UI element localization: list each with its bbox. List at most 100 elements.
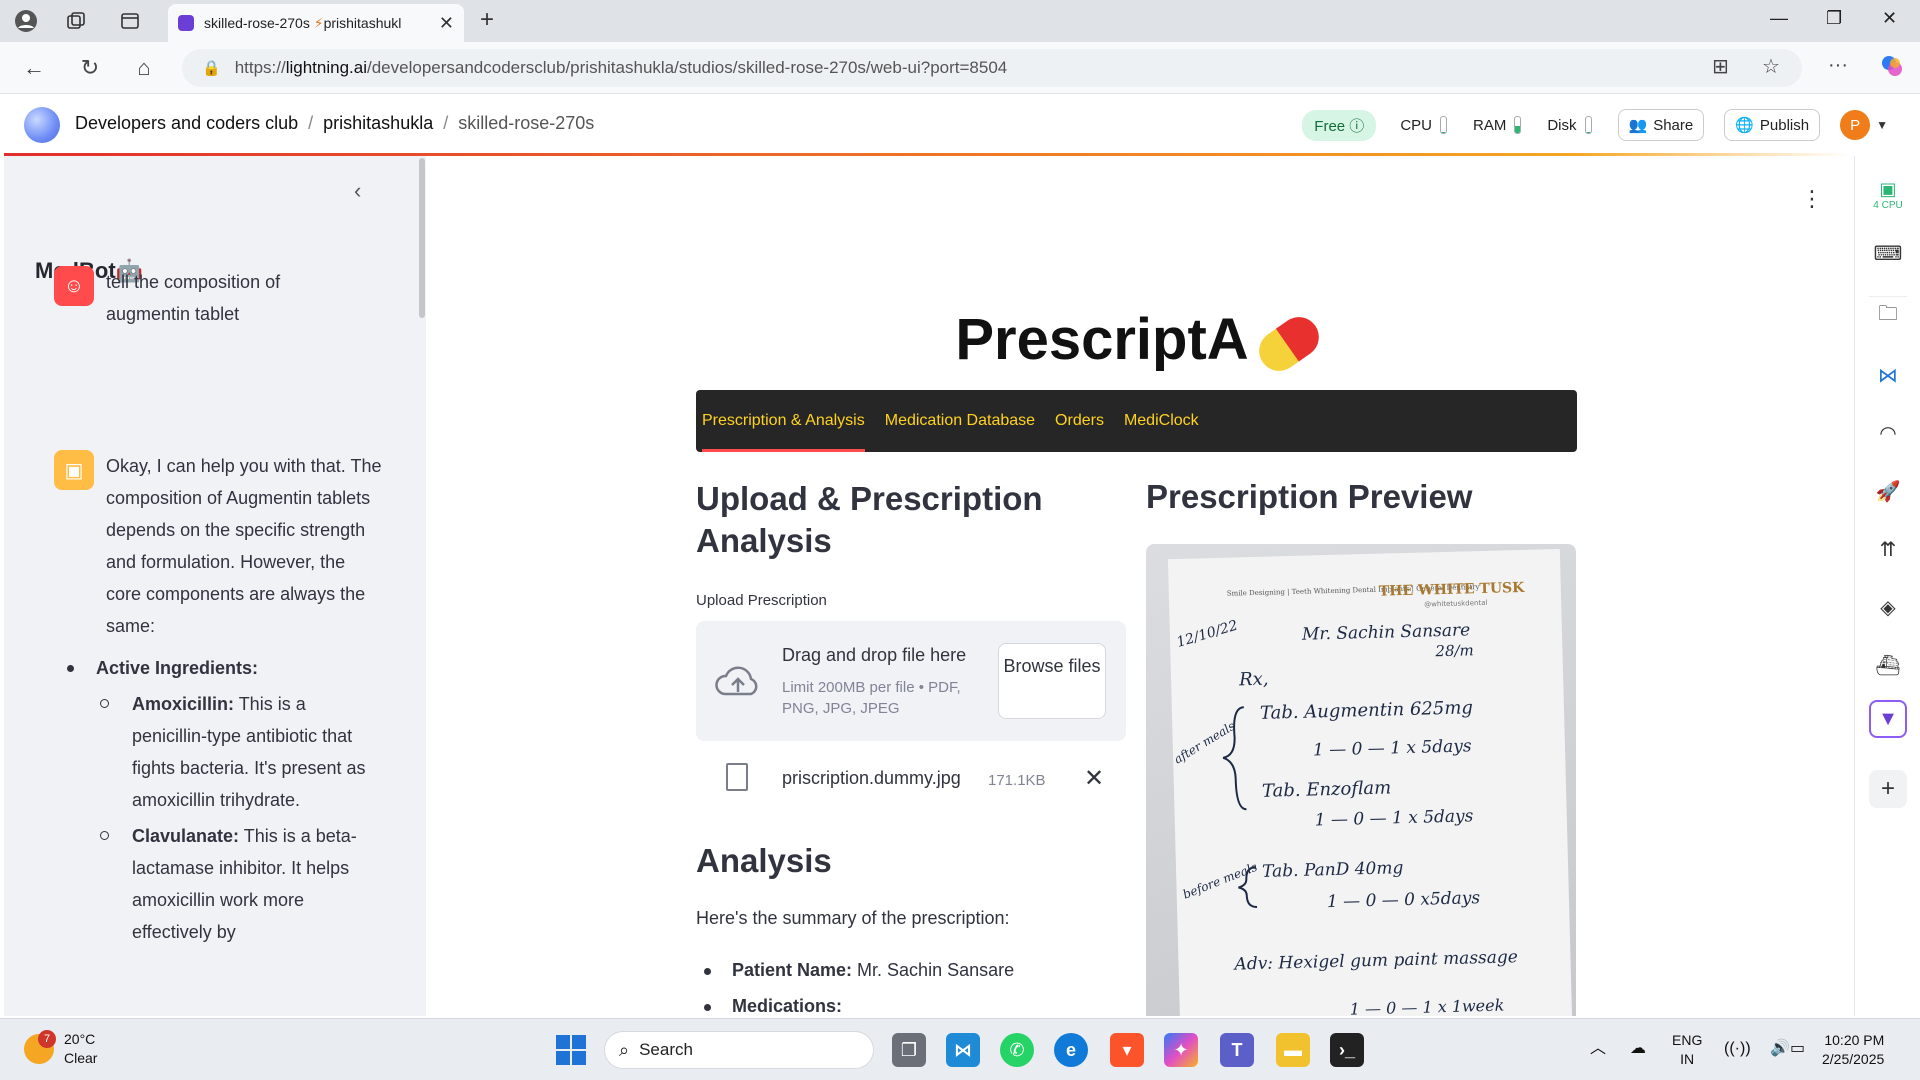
back-icon[interactable]: ← [20, 54, 48, 82]
ram-indicator[interactable]: RAM [1473, 116, 1522, 134]
clock[interactable]: 10:20 PM 2/25/2025 [1822, 1031, 1884, 1069]
bot-list-item: Amoxicillin: This is a penicillin-type a… [60, 688, 384, 816]
dropzone-instruction: Drag and drop file here [782, 645, 967, 665]
browser-tab-bar: skilled-rose-270s ⚡prishitashukl ✕ + — ❐… [0, 0, 1920, 42]
breadcrumb-org[interactable]: Developers and coders club [75, 113, 298, 134]
more-menu-icon[interactable]: ··· [1828, 54, 1848, 77]
jupyter-icon[interactable]: ◠ [1869, 414, 1907, 452]
notification-badge: 7 [38, 1030, 56, 1048]
chevron-down-icon[interactable]: ▼ [1876, 118, 1888, 132]
vscode-icon[interactable]: ⋈ [1869, 356, 1907, 394]
taskbar-search[interactable]: ⌕ Search [604, 1031, 874, 1069]
edge-icon[interactable]: e [1054, 1033, 1088, 1067]
tensorboard-icon[interactable]: ⇈ [1869, 530, 1907, 568]
battery-icon[interactable]: ▭ [1790, 1039, 1805, 1058]
plan-badge[interactable]: Free ⓘ [1302, 109, 1377, 141]
copilot-taskbar-icon[interactable]: ✦ [1164, 1033, 1198, 1067]
breadcrumb-separator: / [308, 113, 314, 133]
share-button[interactable]: 👥 Share [1617, 109, 1705, 141]
ship-icon[interactable]: ⛴ [1869, 646, 1907, 684]
tab-mediclock[interactable]: MediClock [1124, 390, 1199, 452]
rx-line-1-dose: 1 — 0 — 1 x 5days [1313, 736, 1472, 760]
bot-avatar-icon: ▣ [54, 450, 94, 490]
remove-file-icon[interactable]: ✕ [1084, 764, 1104, 793]
language-indicator[interactable]: ENG IN [1672, 1031, 1702, 1069]
favorite-star-icon[interactable]: ☆ [1762, 54, 1780, 79]
file-explorer-taskbar-icon[interactable]: ▬ [1276, 1033, 1310, 1067]
site-info-icon[interactable]: 🔒 [202, 59, 221, 77]
chat-sidebar: ‹ MedBot🤖 ☺ tell the composition of augm… [4, 156, 424, 1016]
new-tab-icon[interactable]: + [480, 6, 494, 34]
file-explorer-icon[interactable]: 🗀 [1869, 296, 1907, 334]
disk-indicator[interactable]: Disk [1547, 116, 1592, 134]
rx-line-3: Tab. PanD 40mg [1262, 858, 1404, 882]
tab-medication-database[interactable]: Medication Database [885, 390, 1035, 452]
main-content: ⋮ PrescriptA Prescription & Analysis Med… [426, 156, 1850, 1016]
volume-icon[interactable]: 🔊 [1770, 1039, 1790, 1058]
streamlit-app-icon[interactable]: ▼ [1869, 700, 1907, 738]
profile-icon[interactable] [12, 7, 40, 35]
workspaces-icon[interactable] [62, 7, 90, 35]
deploy-rocket-icon[interactable]: 🚀 [1869, 472, 1907, 510]
rx-line-2: Tab. Enzoflam [1262, 777, 1392, 801]
user-message-text: tell the composition of augmentin tablet [106, 272, 281, 324]
app-menu-icon[interactable]: ⋮ [1801, 186, 1823, 212]
tab-actions-icon[interactable] [116, 7, 144, 35]
add-plugin-icon[interactable]: + [1869, 770, 1907, 808]
dropzone-limits: Limit 200MB per file • PDF, PNG, JPG, JP… [782, 679, 961, 717]
rx-line-3-dose: 1 — 0 — 0 x5days [1327, 888, 1481, 912]
pill-icon [1250, 308, 1327, 379]
user-avatar[interactable]: P [1840, 110, 1871, 140]
copilot-icon[interactable] [1880, 54, 1904, 84]
rx-date: 12/10/22 [1175, 618, 1240, 651]
terminal-icon[interactable]: ⌨ [1869, 234, 1907, 272]
tab-prescription-analysis[interactable]: Prescription & Analysis [702, 390, 865, 452]
collapse-sidebar-icon[interactable]: ‹ [354, 178, 361, 204]
analysis-summary: Here's the summary of the prescription: [696, 908, 1010, 928]
breadcrumb-user[interactable]: prishitashukla [323, 113, 433, 134]
terminal-taskbar-icon[interactable]: ›_ [1330, 1033, 1364, 1067]
browse-files-button[interactable]: Browse files [998, 643, 1106, 719]
analysis-item: Medications: [703, 996, 843, 1016]
cpu-machine-button[interactable]: ▣ 4 CPU [1869, 176, 1907, 214]
layers-icon[interactable]: ◈ [1869, 588, 1907, 626]
breadcrumb-studio[interactable]: skilled-rose-270s [458, 113, 594, 134]
task-view-icon[interactable]: ❐ [892, 1033, 926, 1067]
weather-widget[interactable]: 7 20°C Clear [24, 1030, 97, 1068]
restore-icon[interactable]: ❐ [1826, 8, 1842, 29]
whatsapp-icon[interactable]: ✆ [1000, 1033, 1034, 1067]
user-avatar-icon: ☺ [54, 266, 94, 306]
file-dropzone[interactable]: Drag and drop file here Limit 200MB per … [696, 621, 1126, 741]
cpu-indicator[interactable]: CPU [1400, 116, 1447, 134]
app-available-icon[interactable]: ⊞ [1712, 54, 1729, 79]
upload-heading: Upload & Prescription Analysis [696, 480, 1043, 559]
show-hidden-icons[interactable]: ︿ [1590, 1039, 1606, 1058]
start-button[interactable] [556, 1035, 586, 1065]
onedrive-icon[interactable]: ☁ [1630, 1039, 1646, 1058]
close-tab-icon[interactable]: ✕ [439, 13, 454, 34]
sidebar-scrollbar-thumb[interactable] [419, 158, 425, 318]
url-domain: lightning.ai [285, 58, 367, 77]
cpu-count-label: 4 CPU [1873, 200, 1903, 211]
reload-icon[interactable]: ↻ [76, 54, 104, 82]
org-logo[interactable] [24, 107, 60, 143]
teams-icon[interactable]: T [1220, 1033, 1254, 1067]
url-field[interactable]: 🔒 https://lightning.ai/developersandcode… [182, 49, 1802, 87]
app-title: PrescriptA [426, 306, 1850, 379]
wifi-icon[interactable]: ((·)) [1724, 1039, 1751, 1058]
prescription-paper: Smile Designing | Teeth Whitening Dental… [1167, 548, 1573, 1016]
rx-line-2-dose: 1 — 0 — 1 x 5days [1315, 806, 1474, 830]
close-window-icon[interactable]: ✕ [1882, 8, 1897, 29]
bot-intro-text: Okay, I can help you with that. The comp… [106, 456, 382, 636]
bot-message-content: Okay, I can help you with that. The comp… [67, 450, 384, 948]
breadcrumb: Developers and coders club / prishitashu… [75, 113, 594, 134]
moon-icon: 7 [24, 1030, 56, 1064]
vscode-taskbar-icon[interactable]: ⋈ [946, 1033, 980, 1067]
tab-orders[interactable]: Orders [1055, 390, 1104, 452]
publish-button[interactable]: 🌐 Publish [1724, 109, 1821, 141]
brave-icon[interactable]: ▾ [1110, 1033, 1144, 1067]
browser-tab[interactable]: skilled-rose-270s ⚡prishitashukl ✕ [168, 4, 464, 42]
minimize-icon[interactable]: — [1770, 8, 1788, 29]
home-icon[interactable]: ⌂ [130, 54, 158, 82]
nav-tabs: Prescription & Analysis Medication Datab… [696, 390, 1577, 452]
